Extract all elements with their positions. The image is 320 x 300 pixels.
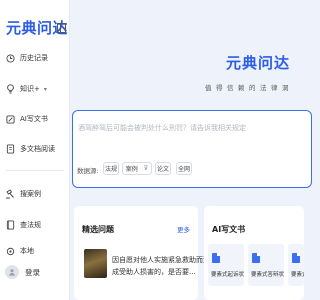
source-chip-web[interactable]: 全网: [176, 162, 192, 175]
source-chip-papers[interactable]: 论文: [155, 162, 171, 175]
login-label: 登录: [25, 267, 40, 277]
doc-template-tile[interactable]: 要素式: [288, 244, 304, 286]
sidebar-item-label: 查法规: [20, 221, 41, 229]
sidebar-item-local[interactable]: 本地: [5, 243, 34, 259]
doc-template-tile[interactable]: 要素式起诉状: [208, 244, 244, 286]
login-button[interactable]: 登录: [5, 265, 40, 279]
doc-template-label: 要素式答辩状: [251, 272, 285, 278]
sidebar-item-search-laws[interactable]: 查法规: [5, 217, 41, 233]
doc-template-label: 要素式: [291, 272, 304, 278]
sidebar-item-search-cases[interactable]: 搜案例: [5, 186, 41, 202]
brand-tagline: 值得信赖的法律洞: [205, 84, 293, 92]
sidebar-item-label: 历史记录: [20, 54, 48, 62]
source-chip-cases[interactable]: 案例 ⊽: [122, 162, 152, 175]
ai-write-icon: [5, 114, 15, 124]
doc-template-icon: [252, 253, 260, 263]
featured-question-item[interactable]: 因自愿对他人实施紧急救助而造成受助人损害的，是否要...: [112, 254, 210, 278]
source-chip-laws[interactable]: 法规: [103, 162, 119, 175]
sidebar-item-multi-doc[interactable]: 多文档阅读: [5, 141, 55, 157]
sidebar-item-label: 多文档阅读: [20, 145, 55, 153]
sidebar-item-label: AI写文书: [20, 115, 48, 123]
data-source-label: 数据源:: [77, 167, 99, 175]
ai-write-title: AI写文书: [212, 225, 246, 234]
question-thumbnail: [84, 249, 107, 278]
document-icon: [5, 144, 15, 154]
sidebar-divider: [6, 170, 64, 171]
chevron-down-icon: ▾: [43, 85, 47, 93]
sidebar-item-label: 搜案例: [20, 190, 41, 198]
doc-template-icon: [212, 253, 220, 263]
question-input-placeholder[interactable]: 酒驾醉驾后可能会被判处什么刑罚？请告诉我相关规定: [78, 123, 246, 133]
sidebar-item-history[interactable]: 历史记录: [5, 50, 48, 66]
more-link[interactable]: 更多: [177, 224, 190, 234]
doc-template-icon: [292, 253, 300, 263]
local-icon: [5, 246, 15, 256]
question-input-box[interactable]: 酒驾醉驾后可能会被判处什么刑罚？请告诉我相关规定 数据源: 法规 案例 ⊽ 论文…: [72, 110, 312, 188]
sidebar-item-ai-write[interactable]: AI写文书: [5, 111, 48, 127]
filter-icon[interactable]: ⊽: [144, 165, 148, 172]
law-book-icon: [5, 220, 15, 230]
history-icon: [5, 53, 15, 63]
sidebar-collapse-icon[interactable]: [57, 23, 66, 33]
avatar-icon: [5, 265, 19, 279]
brand-title: 元典问达: [226, 54, 291, 72]
sidebar: 元典问达 历史记录 知识+ ▾ AI写文书 多文档阅读 搜案例 查法规 本地 登…: [0, 0, 70, 300]
doc-template-label: 要素式起诉状: [211, 272, 245, 278]
sidebar-item-label: 本地: [20, 247, 34, 255]
sidebar-item-knowledge[interactable]: 知识+ ▾: [5, 81, 47, 97]
bulb-icon: [5, 84, 15, 94]
featured-title: 精选问题: [82, 225, 114, 234]
featured-questions-card: 精选问题 更多 因自愿对他人实施紧急救助而造成受助人损害的，是否要...: [74, 206, 210, 300]
ai-write-card: AI写文书 要素式起诉状 要素式答辩状 要素式: [204, 206, 304, 300]
doc-template-tile[interactable]: 要素式答辩状: [248, 244, 284, 286]
gavel-icon: [5, 189, 15, 199]
sidebar-item-label: 知识+: [20, 85, 40, 93]
